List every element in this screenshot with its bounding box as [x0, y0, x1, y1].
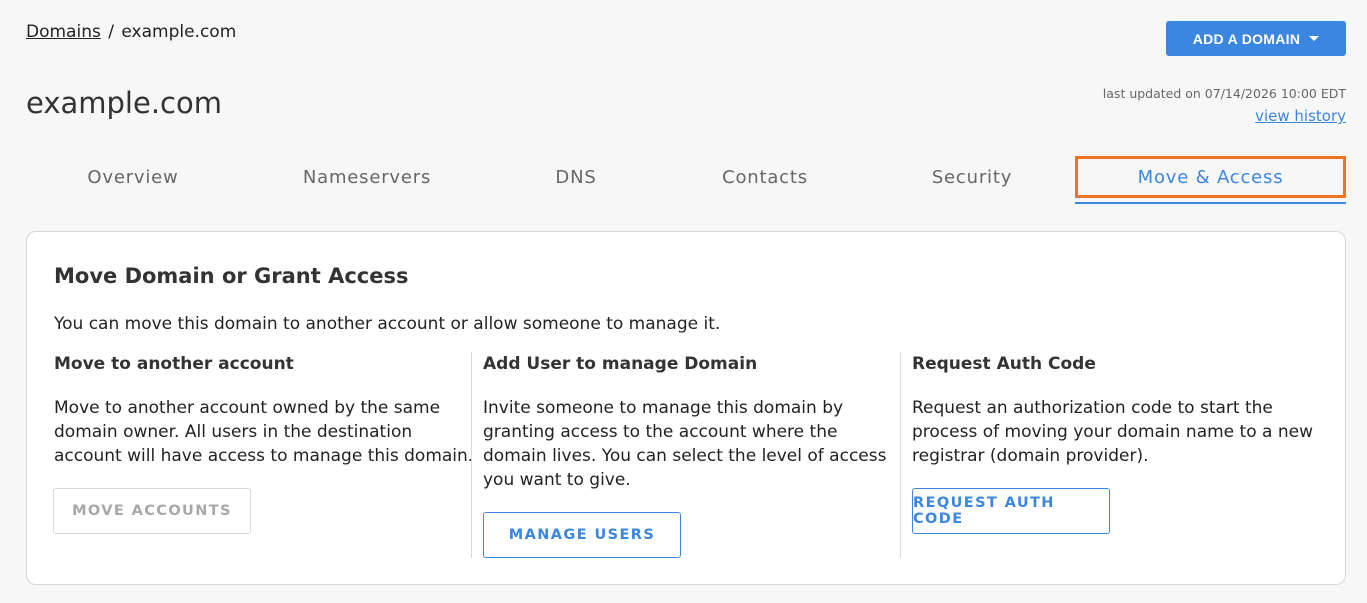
column-title: Add User to manage Domain: [483, 354, 758, 374]
tab-label: Contacts: [722, 166, 808, 188]
add-user-column: Add User to manage Domain Invite someone…: [483, 354, 895, 492]
column-title: Move to another account: [54, 354, 294, 374]
button-label: REQUEST AUTH CODE: [913, 495, 1055, 527]
tab-nameservers[interactable]: Nameservers: [250, 156, 484, 198]
tab-label: Nameservers: [302, 166, 432, 188]
page-title: example.com: [26, 86, 222, 120]
tab-bar: Overview Nameservers DNS Contacts Securi…: [26, 156, 1346, 204]
auth-code-column: Request Auth Code Request an authorizati…: [912, 354, 1322, 468]
tab-move-access[interactable]: Move & Access: [1075, 156, 1346, 198]
active-tab-underline: [1075, 202, 1346, 204]
card-title: Move Domain or Grant Access: [54, 264, 409, 288]
breadcrumb-domains-link[interactable]: Domains: [26, 22, 101, 42]
tab-dns[interactable]: DNS: [484, 156, 668, 198]
breadcrumb-separator: /: [108, 22, 114, 42]
tab-label: Move & Access: [1137, 166, 1284, 188]
column-text: Invite someone to manage this domain by …: [483, 398, 887, 490]
move-account-column: Move to another account Move to another …: [54, 354, 474, 468]
request-auth-code-button[interactable]: REQUEST AUTH CODE: [912, 488, 1110, 534]
button-label: MANAGE USERS: [508, 527, 656, 543]
tab-label: Security: [931, 166, 1013, 188]
column-title: Request Auth Code: [912, 354, 1096, 374]
button-label: MOVE ACCOUNTS: [72, 503, 232, 519]
tab-label: DNS: [555, 166, 597, 188]
column-text: Request an authorization code to start t…: [912, 398, 1313, 466]
tab-label: Overview: [87, 166, 179, 188]
column-divider: [471, 352, 472, 558]
tab-overview[interactable]: Overview: [26, 156, 240, 198]
add-domain-button[interactable]: ADD A DOMAIN: [1166, 21, 1346, 56]
last-updated-text: last updated on 07/14/2026 10:00 EDT: [1102, 86, 1346, 101]
domain-detail-page: Domains / example.com ADD A DOMAIN examp…: [0, 0, 1367, 603]
add-domain-label: ADD A DOMAIN: [1192, 30, 1301, 47]
caret-down-icon: [1309, 36, 1320, 41]
column-divider: [900, 352, 901, 558]
move-accounts-button[interactable]: MOVE ACCOUNTS: [53, 488, 251, 534]
move-access-card: Move Domain or Grant Access You can move…: [26, 231, 1346, 585]
breadcrumb-current: example.com: [121, 22, 237, 42]
card-intro: You can move this domain to another acco…: [54, 314, 721, 334]
column-text: Move to another account owned by the sam…: [54, 398, 474, 466]
view-history-link[interactable]: view history: [1255, 107, 1346, 125]
tab-security[interactable]: Security: [872, 156, 1072, 198]
tab-contacts[interactable]: Contacts: [668, 156, 862, 198]
manage-users-button[interactable]: MANAGE USERS: [483, 512, 681, 558]
breadcrumb: Domains / example.com: [26, 22, 236, 42]
